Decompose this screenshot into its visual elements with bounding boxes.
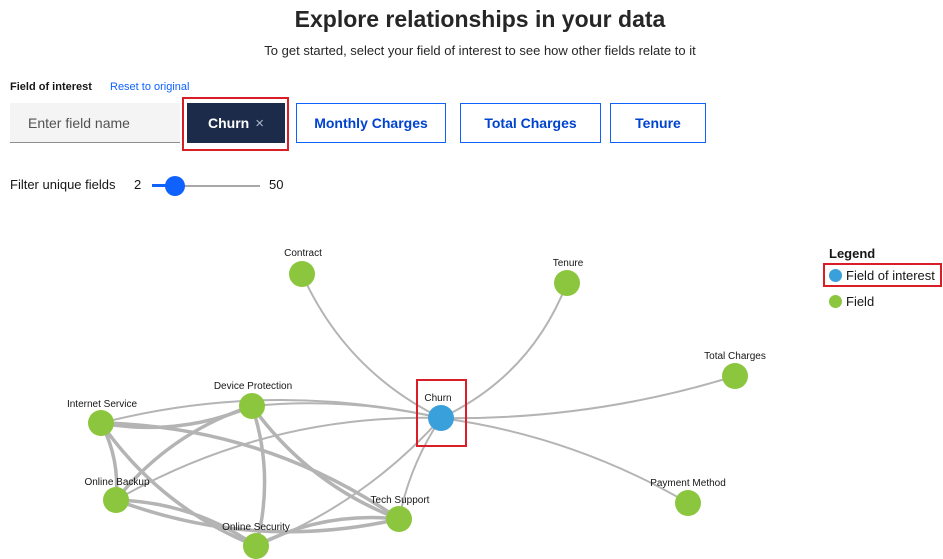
node-contract[interactable]: Contract <box>284 248 322 287</box>
edge-internet_service-tech_support <box>100 421 400 521</box>
legend-title: Legend <box>829 246 876 261</box>
node-label: Device Protection <box>214 381 292 392</box>
legend-interest-dot-icon <box>829 269 842 282</box>
node-circle[interactable] <box>88 410 114 436</box>
node-circle[interactable] <box>103 487 129 513</box>
node-tech-support[interactable]: Tech Support <box>371 495 430 532</box>
legend-item-field: Field <box>829 294 874 309</box>
edge-churn-tenure <box>440 282 568 419</box>
node-online-security[interactable]: Online Security <box>222 522 290 559</box>
edge-churn-device_protection <box>251 402 442 419</box>
node-label: Contract <box>284 248 322 259</box>
node-circle[interactable] <box>386 506 412 532</box>
node-label: Payment Method <box>650 478 726 489</box>
legend-item-field-of-interest: Field of interest <box>829 268 935 283</box>
relationship-graph: Churn Contract Tenure Total Charges Payment … <box>67 248 766 559</box>
edge-churn-payment_method <box>440 417 689 504</box>
node-label: Online Backup <box>84 477 149 488</box>
edge-churn-total_charges <box>440 375 736 420</box>
node-label: Tenure <box>553 258 584 269</box>
node-tenure[interactable]: Tenure <box>553 258 584 296</box>
node-circle[interactable] <box>675 490 701 516</box>
legend-item-label: Field of interest <box>846 268 935 283</box>
node-circle[interactable] <box>289 261 315 287</box>
node-circle[interactable] <box>554 270 580 296</box>
node-circle[interactable] <box>722 363 748 389</box>
node-circle[interactable] <box>428 405 454 431</box>
node-label: Total Charges <box>704 351 766 362</box>
node-label: Tech Support <box>371 495 430 506</box>
node-circle[interactable] <box>243 533 269 559</box>
node-label: Internet Service <box>67 399 137 410</box>
legend-item-label: Field <box>846 294 875 309</box>
edge-churn-contract <box>301 273 442 419</box>
node-label: Online Security <box>222 522 290 533</box>
node-label: Churn <box>424 393 451 404</box>
node-circle[interactable] <box>239 393 265 419</box>
legend-field-dot-icon <box>829 295 842 308</box>
edge-churn-online_backup <box>115 416 442 501</box>
node-payment-method[interactable]: Payment Method <box>650 478 726 516</box>
